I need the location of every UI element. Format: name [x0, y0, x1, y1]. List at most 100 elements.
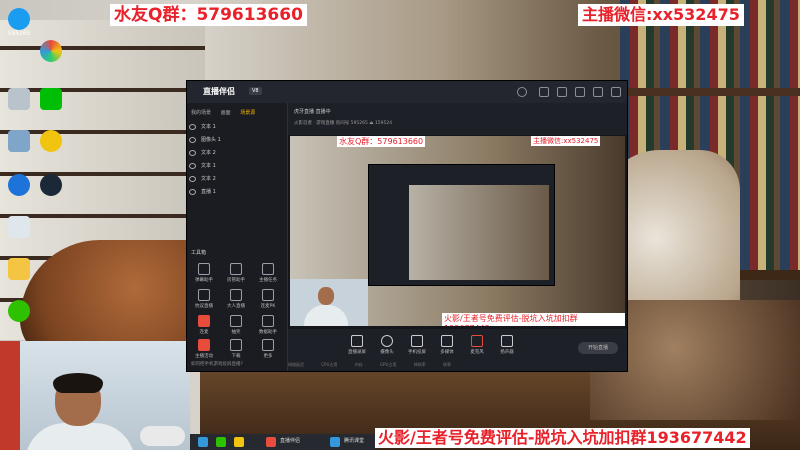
tool-gift[interactable]: 抽奖 — [221, 315, 251, 335]
colorful-app-icon[interactable] — [36, 40, 66, 62]
sidebar-tabs: 我的场景 画面 场景源 — [191, 109, 263, 116]
taskbar-app-icon[interactable] — [234, 437, 244, 447]
stream-preview[interactable]: 水友Q群：579613660 主播微信:xx532475 火影/王者号免费评估-… — [290, 136, 625, 326]
stream-title: 虎牙直播 直播中 — [294, 109, 331, 115]
phone-cast-button[interactable]: 手机投屏 — [404, 335, 430, 355]
tool-data[interactable]: 数据助手 — [253, 315, 283, 335]
minimize-icon[interactable] — [575, 87, 585, 97]
webcam-feed — [0, 341, 190, 450]
overlay-promo: 火影/王者号免费评估-脱坑入坑加扣群193677442 — [375, 428, 750, 448]
tool-task[interactable]: 主播任务 — [253, 263, 283, 283]
preview-overlay-promo: 火影/王者号免费评估-脱坑入坑加扣群193677442 — [442, 313, 625, 326]
visibility-icon[interactable] — [189, 123, 196, 130]
tab-canvas[interactable]: 画面 — [221, 110, 231, 116]
app-version: V8 — [249, 87, 262, 95]
file-icon[interactable] — [4, 216, 34, 238]
tools-title: 工具箱 — [191, 250, 207, 256]
mic-icon — [198, 315, 210, 327]
folder-icon[interactable] — [4, 258, 34, 280]
stream-info: 火影忍者 · 游戏直播 房间号 595265 ⏏ 159524 — [294, 121, 393, 126]
visibility-icon[interactable] — [189, 136, 196, 143]
notification-icon[interactable] — [557, 87, 567, 97]
taskbar-streaming-icon[interactable] — [266, 437, 276, 447]
microphone-button[interactable]: 麦克风 — [464, 335, 490, 355]
microphone-icon — [471, 335, 483, 347]
computer-icon[interactable] — [4, 130, 34, 152]
help-link[interactable]: 如何把手机游戏投屏直播? — [191, 361, 243, 367]
stream-header: 虎牙直播 直播中 火影忍者 · 游戏直播 房间号 595265 ⏏ 159524 — [288, 103, 627, 135]
flag-icon — [198, 339, 210, 351]
scene-item[interactable]: 文本 1 — [189, 162, 283, 173]
preview-overlay-wechat: 主播微信:xx532475 — [531, 136, 601, 146]
pk-icon — [262, 289, 274, 301]
tab-scene-sources[interactable]: 场景源 — [240, 110, 255, 116]
scene-item[interactable]: 图像头 1 — [189, 136, 283, 147]
app-logo: 直播伴侣 — [203, 87, 235, 96]
tool-download[interactable]: 下载 — [221, 339, 251, 359]
camera-button[interactable]: 摄像头 — [374, 335, 400, 355]
maximize-icon[interactable] — [593, 87, 603, 97]
tool-flag[interactable]: 主播活动 — [189, 339, 219, 359]
overlay-wechat: 主播微信:xx532475 — [578, 4, 744, 26]
status-bar: 网络延迟 CPU占用 内存 GPU占用 掉帧率 帧率 — [288, 362, 451, 367]
tab-my-scenes[interactable]: 我的场景 — [191, 110, 211, 116]
ie-icon[interactable] — [4, 174, 34, 196]
shelf-board — [610, 88, 800, 96]
close-icon[interactable] — [611, 87, 621, 97]
user-icon — [230, 263, 242, 275]
tool-person[interactable]: 大人直播 — [221, 289, 251, 309]
streaming-app-window[interactable]: 直播伴侣 V8 我的场景 画面 场景源 文本 1 图像头 1 文本 2 文本 1… — [186, 80, 628, 372]
heart-icon — [198, 289, 210, 301]
app-icon[interactable] — [36, 130, 66, 152]
tool-pk[interactable]: 连麦PK — [253, 289, 283, 309]
preview-nested-window — [368, 164, 555, 286]
scene-item[interactable]: 文本 2 — [189, 149, 283, 160]
speaker-icon — [501, 335, 513, 347]
tool-room[interactable]: 房管助手 — [221, 263, 251, 283]
speaker-button[interactable]: 扬声器 — [494, 335, 520, 355]
camera-icon — [381, 335, 393, 347]
tool-heart[interactable]: 抗议直播 — [189, 289, 219, 309]
taskbar-app-icon[interactable] — [216, 437, 226, 447]
gift-icon — [230, 315, 242, 327]
scene-item[interactable]: 文本 2 — [189, 175, 283, 186]
screen-icon — [351, 335, 363, 347]
taskbar-label[interactable]: 直播伴侣 — [280, 437, 300, 444]
avatar-icon[interactable] — [517, 87, 527, 97]
preview-webcam — [290, 279, 368, 326]
visibility-icon[interactable] — [189, 188, 196, 195]
scene-item[interactable]: 直播 1 — [189, 188, 283, 199]
iqiyi-icon[interactable] — [36, 88, 66, 110]
recycle-bin-icon[interactable] — [4, 88, 34, 110]
qq-counter: 595265 — [7, 30, 31, 37]
app-titlebar[interactable]: 直播伴侣 V8 — [187, 81, 627, 103]
download-icon — [230, 339, 242, 351]
tool-chat[interactable]: 弹幕助手 — [189, 263, 219, 283]
visibility-icon[interactable] — [189, 175, 196, 182]
more-icon — [262, 339, 274, 351]
visibility-icon[interactable] — [189, 149, 196, 156]
app-sidebar: 我的场景 画面 场景源 文本 1 图像头 1 文本 2 文本 1 文本 2 直播… — [187, 103, 288, 371]
taskbar-app-icon[interactable] — [198, 437, 208, 447]
task-icon — [262, 263, 274, 275]
screen-capture-button[interactable]: 直播录屏 — [344, 335, 370, 355]
tool-mic[interactable]: 连麦 — [189, 315, 219, 335]
phone-icon — [411, 335, 423, 347]
settings-icon[interactable] — [539, 87, 549, 97]
tool-more[interactable]: 更多 — [253, 339, 283, 359]
start-live-button[interactable]: 开始直播 — [578, 342, 618, 354]
taskbar-label[interactable]: 腾讯课堂 — [344, 437, 364, 444]
person-icon — [230, 289, 242, 301]
wechat-icon[interactable] — [4, 300, 34, 322]
qq-icon[interactable]: 595265 — [4, 8, 34, 37]
visibility-icon[interactable] — [189, 162, 196, 169]
chart-icon — [262, 315, 274, 327]
media-button[interactable]: 多媒体 — [434, 335, 460, 355]
scene-item[interactable]: 文本 1 — [189, 123, 283, 134]
taskbar: 直播伴侣 腾讯课堂 — [190, 434, 375, 450]
steam-icon[interactable] — [36, 174, 66, 196]
app-main: 虎牙直播 直播中 火影忍者 · 游戏直播 房间号 595265 ⏏ 159524… — [288, 103, 627, 371]
microphone-device — [140, 426, 185, 446]
chat-icon — [198, 263, 210, 275]
taskbar-class-icon[interactable] — [330, 437, 340, 447]
